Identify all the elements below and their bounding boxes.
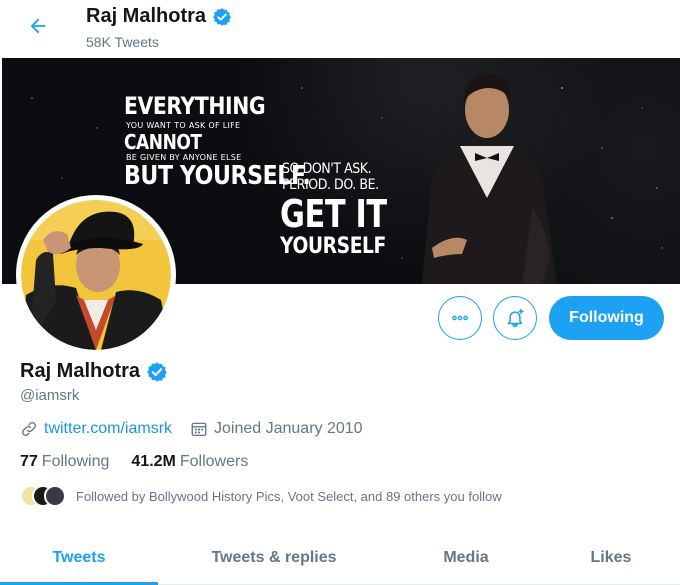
quote-line-1: EVERYTHING <box>124 92 266 120</box>
profile-name: Raj Malhotra <box>20 360 141 382</box>
followers-count: 41.2M <box>131 453 176 470</box>
avatar-photo <box>21 200 171 350</box>
quote-line-3: CANNOT <box>124 130 202 154</box>
quote-line-2: YOU WANT TO ASK OF LIFE <box>126 121 241 130</box>
avatar <box>44 485 66 507</box>
tab-media[interactable]: Media <box>390 530 542 585</box>
followers-label: Followers <box>179 453 249 470</box>
header-title: Raj Malhotra <box>86 5 232 28</box>
joined-date: Joined January 2010 <box>214 420 363 437</box>
profile-handle: @iamsrk <box>20 387 80 404</box>
tab-tweets-replies[interactable]: Tweets & replies <box>158 530 390 585</box>
followed-by-text: Followed by Bollywood History Pics, Voot… <box>76 488 502 504</box>
following-button[interactable]: Following <box>549 296 664 340</box>
followers-count-link[interactable]: 41.2M Followers <box>131 453 248 471</box>
quote-line-6: SO DON'T ASK. <box>282 161 372 177</box>
mutual-followers-avatars <box>20 485 68 507</box>
more-icon <box>452 315 468 321</box>
header-name: Raj Malhotra <box>86 5 207 27</box>
profile-meta: twitter.com/iamsrk Joined January 2010 <box>20 420 363 438</box>
verified-badge-icon <box>213 7 232 26</box>
profile-avatar[interactable] <box>16 195 176 355</box>
more-options-button[interactable] <box>438 296 482 340</box>
following-count-link[interactable]: 77 Following <box>20 453 109 471</box>
followed-by-row[interactable]: Followed by Bollywood History Pics, Voot… <box>20 485 502 507</box>
tab-tweets[interactable]: Tweets <box>0 530 158 585</box>
notifications-button[interactable] <box>493 296 537 340</box>
tab-label: Media <box>443 548 489 566</box>
calendar-icon <box>191 422 207 437</box>
website-link[interactable]: twitter.com/iamsrk <box>44 420 172 438</box>
tab-label: Tweets & replies <box>211 548 337 566</box>
tab-likes[interactable]: Likes <box>542 530 680 585</box>
quote-line-8: GET IT <box>280 192 387 236</box>
link-icon <box>22 422 36 436</box>
tab-label: Tweets <box>52 548 106 566</box>
profile-tabs: Tweets Tweets & replies Media Likes <box>0 530 680 585</box>
bell-plus-icon <box>507 309 524 328</box>
profile-header-bar: Raj Malhotra 58K Tweets <box>0 0 680 58</box>
following-label: Following <box>41 453 110 470</box>
quote-line-9: YOURSELF <box>280 234 386 259</box>
verified-badge-icon <box>147 361 167 382</box>
tweet-count: 58K Tweets <box>86 34 159 50</box>
follow-counts: 77 Following 41.2M Followers <box>20 453 248 471</box>
profile-name-row: Raj Malhotra <box>20 360 168 383</box>
tab-label: Likes <box>590 548 632 566</box>
arrow-left-icon <box>30 18 46 34</box>
following-count: 77 <box>20 453 38 470</box>
banner-figure <box>422 74 557 284</box>
back-button[interactable] <box>22 10 54 42</box>
quote-line-7: PERIOD. DO. BE. <box>282 177 379 193</box>
